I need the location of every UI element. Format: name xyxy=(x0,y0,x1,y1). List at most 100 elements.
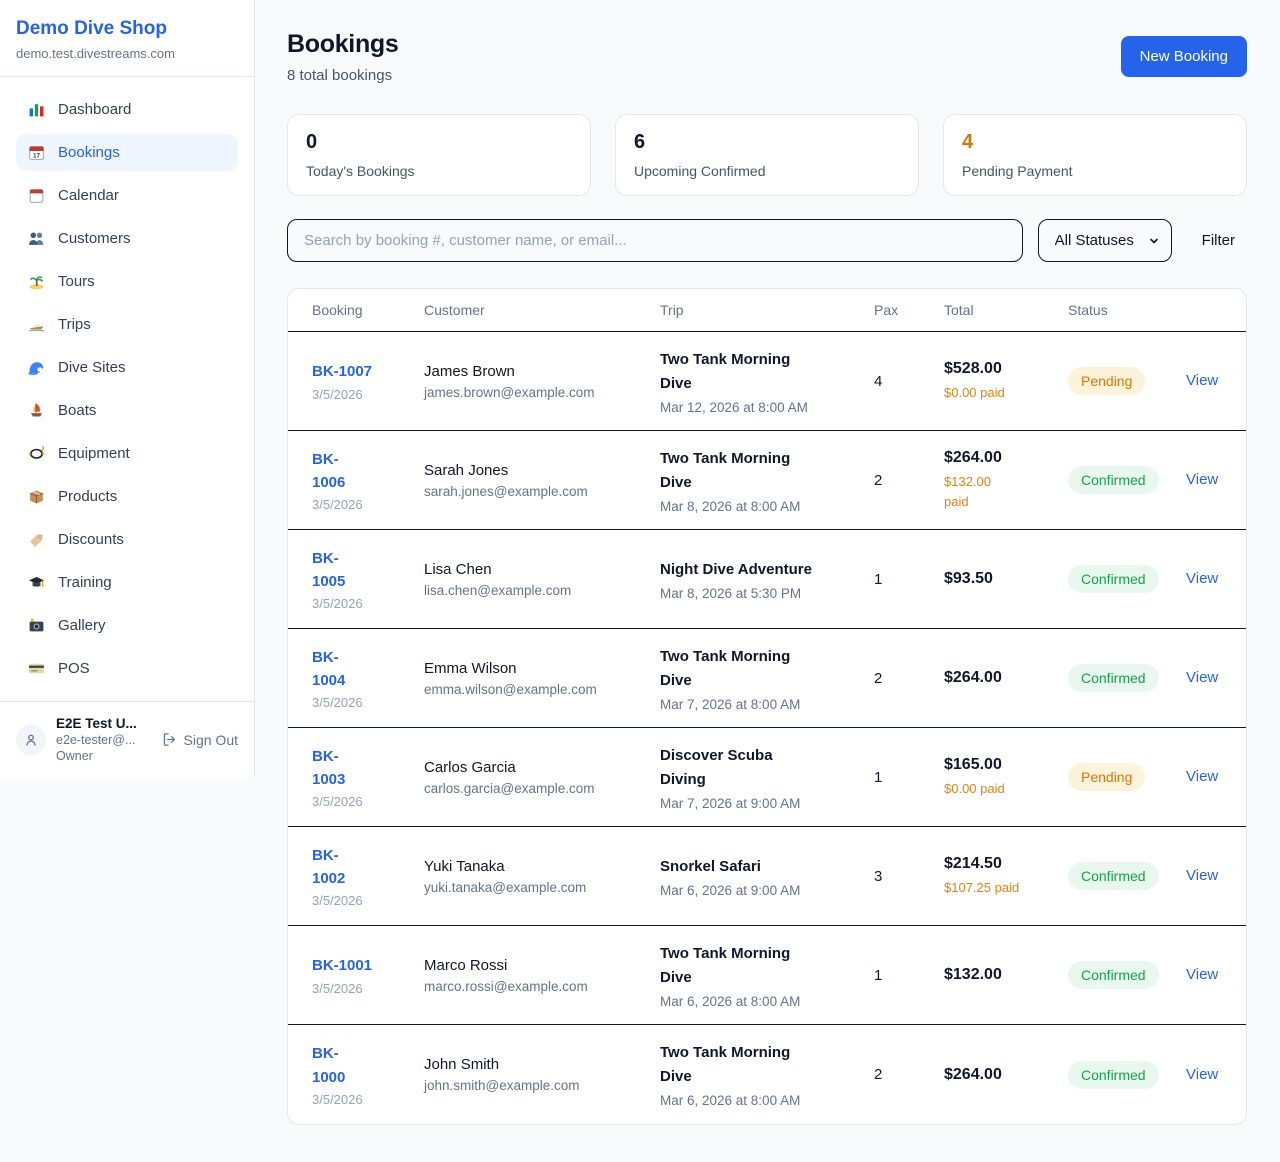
view-link[interactable]: View xyxy=(1186,768,1218,785)
col-header-customer: Customer xyxy=(424,302,660,318)
table-row: BK-1004 3/5/2026 Emma Wilson emma.wilson… xyxy=(288,629,1246,728)
sidebar-item-products[interactable]: Products xyxy=(16,478,238,515)
filter-button[interactable]: Filter xyxy=(1202,232,1235,249)
sidebar-item-training[interactable]: Training xyxy=(16,564,238,601)
col-header-total: Total xyxy=(944,302,1068,318)
sidebar-item-equipment[interactable]: Equipment xyxy=(16,435,238,472)
svg-text:17: 17 xyxy=(33,152,41,159)
booking-date: 3/5/2026 xyxy=(312,1092,424,1107)
col-header-trip: Trip xyxy=(660,302,874,318)
trip-name: Night Dive Adventure xyxy=(660,558,874,582)
booking-id-link[interactable]: BK-1003 xyxy=(312,745,345,792)
sidebar-item-label: Equipment xyxy=(58,445,130,462)
booking-id-link[interactable]: BK-1004 xyxy=(312,646,345,693)
total-amount: $264.00 xyxy=(944,1066,1068,1084)
view-link[interactable]: View xyxy=(1186,1066,1218,1083)
page-subtitle: 8 total bookings xyxy=(287,67,399,84)
sidebar-item-tours[interactable]: Tours xyxy=(16,263,238,300)
stat-card-pending-payment: 4 Pending Payment xyxy=(943,114,1247,196)
view-link[interactable]: View xyxy=(1186,372,1218,389)
col-header-status: Status xyxy=(1068,302,1186,318)
trip-name: Two Tank MorningDive xyxy=(660,447,874,495)
sidebar-item-label: Discounts xyxy=(58,531,124,548)
search-input[interactable] xyxy=(287,219,1023,262)
table-row: BK-1003 3/5/2026 Carlos Garcia carlos.ga… xyxy=(288,728,1246,827)
sidebar-item-label: Dashboard xyxy=(58,101,131,118)
view-link[interactable]: View xyxy=(1186,669,1218,686)
booking-id-link[interactable]: BK-1002 xyxy=(312,844,345,891)
sidebar-item-dive-sites[interactable]: Dive Sites xyxy=(16,349,238,386)
paid-amount: $107.25 paid xyxy=(944,878,1068,898)
sidebar-item-customers[interactable]: Customers xyxy=(16,220,238,257)
sidebar-item-label: Customers xyxy=(58,230,131,247)
booking-id-link[interactable]: BK-1006 xyxy=(312,448,345,495)
sidebar-item-calendar[interactable]: Calendar xyxy=(16,177,238,214)
sidebar-item-label: Training xyxy=(58,574,112,591)
status-badge: Confirmed xyxy=(1068,862,1159,890)
paid-amount: $132.00paid xyxy=(944,472,1068,511)
page-header: Bookings 8 total bookings New Booking xyxy=(287,30,1247,84)
status-badge: Confirmed xyxy=(1068,961,1159,989)
trip-name: Two Tank MorningDive xyxy=(660,348,874,396)
stat-value: 0 xyxy=(306,131,572,154)
total-amount: $528.00 xyxy=(944,360,1068,378)
main-content: Bookings 8 total bookings New Booking 0 … xyxy=(255,0,1280,1157)
status-badge: Confirmed xyxy=(1068,664,1159,692)
stat-card-todays-bookings: 0 Today's Bookings xyxy=(287,114,591,196)
stat-label: Today's Bookings xyxy=(306,163,572,179)
pax-value: 1 xyxy=(874,967,944,984)
customer-email: carlos.garcia@example.com xyxy=(424,781,660,796)
total-amount: $264.00 xyxy=(944,669,1068,687)
sidebar-item-gallery[interactable]: Gallery xyxy=(16,607,238,644)
total-amount: $132.00 xyxy=(944,966,1068,984)
col-header-booking: Booking xyxy=(312,302,424,318)
sidebar-item-bookings[interactable]: 17Bookings xyxy=(16,134,238,171)
view-link[interactable]: View xyxy=(1186,867,1218,884)
booking-id-link[interactable]: BK-1001 xyxy=(312,954,372,977)
credit-card-icon xyxy=(28,660,45,677)
total-amount: $93.50 xyxy=(944,570,1068,588)
booking-id-link[interactable]: BK-1000 xyxy=(312,1042,345,1089)
trip-datetime: Mar 12, 2026 at 8:00 AM xyxy=(660,400,874,415)
view-link[interactable]: View xyxy=(1186,471,1218,488)
customer-name: James Brown xyxy=(424,363,660,380)
pax-value: 2 xyxy=(874,670,944,687)
sidebar-user-footer: E2E Test U... e2e-tester@... Owner Sign … xyxy=(0,701,254,777)
bookings-table: Booking Customer Trip Pax Total Status B… xyxy=(287,288,1247,1125)
sidebar-item-trips[interactable]: Trips xyxy=(16,306,238,343)
pax-value: 1 xyxy=(874,571,944,588)
booking-date: 3/5/2026 xyxy=(312,497,424,512)
sidebar-item-boats[interactable]: Boats xyxy=(16,392,238,429)
sidebar-item-dashboard[interactable]: Dashboard xyxy=(16,91,238,128)
trip-name: Snorkel Safari xyxy=(660,855,874,879)
customer-email: emma.wilson@example.com xyxy=(424,682,660,697)
trip-datetime: Mar 8, 2026 at 5:30 PM xyxy=(660,586,874,601)
user-name: E2E Test U... xyxy=(56,716,152,731)
booking-id-link[interactable]: BK-1007 xyxy=(312,360,372,383)
sidebar: Demo Dive Shop demo.test.divestreams.com… xyxy=(0,0,255,777)
sidebar-item-discounts[interactable]: Discounts xyxy=(16,521,238,558)
status-filter-select[interactable]: All Statuses xyxy=(1038,219,1172,262)
stat-value: 6 xyxy=(634,131,900,154)
pax-value: 2 xyxy=(874,472,944,489)
view-link[interactable]: View xyxy=(1186,570,1218,587)
trip-name: Two Tank MorningDive xyxy=(660,942,874,990)
sign-out-icon xyxy=(162,732,177,747)
customer-email: john.smith@example.com xyxy=(424,1078,660,1093)
sidebar-item-pos[interactable]: POS xyxy=(16,650,238,687)
pax-value: 4 xyxy=(874,373,944,390)
status-badge: Pending xyxy=(1068,367,1145,395)
customer-email: marco.rossi@example.com xyxy=(424,979,660,994)
stats-cards: 0 Today's Bookings 6 Upcoming Confirmed … xyxy=(287,114,1247,196)
graduation-cap-icon xyxy=(28,574,45,591)
table-row: BK-1001 3/5/2026 Marco Rossi marco.rossi… xyxy=(288,926,1246,1025)
sign-out-button[interactable]: Sign Out xyxy=(162,732,238,748)
user-info: E2E Test U... e2e-tester@... Owner xyxy=(56,716,152,763)
sidebar-item-label: Products xyxy=(58,488,117,505)
table-row: BK-1005 3/5/2026 Lisa Chen lisa.chen@exa… xyxy=(288,530,1246,629)
sailboat-icon xyxy=(28,402,45,419)
new-booking-button[interactable]: New Booking xyxy=(1121,36,1247,77)
view-link[interactable]: View xyxy=(1186,966,1218,983)
customer-email: sarah.jones@example.com xyxy=(424,484,660,499)
booking-id-link[interactable]: BK-1005 xyxy=(312,547,345,594)
